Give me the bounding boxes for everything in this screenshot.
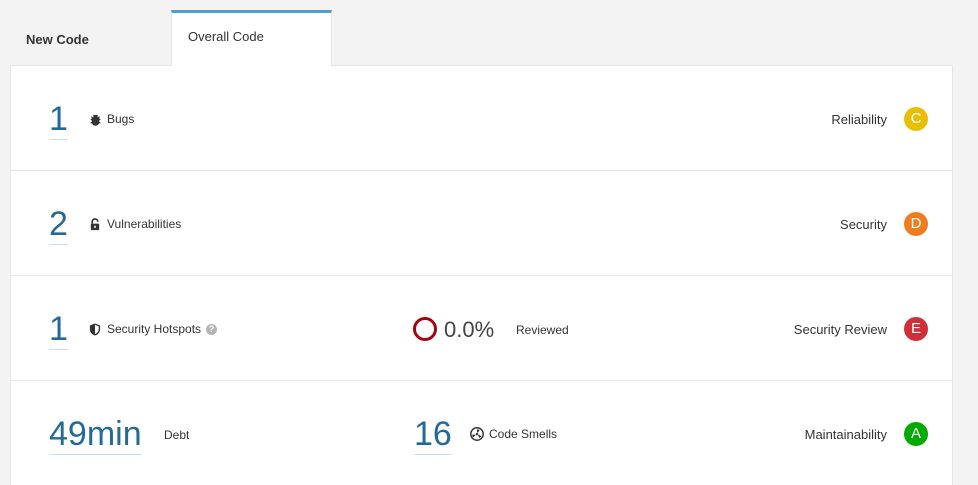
reviewed-percentage[interactable]: 0.0% — [444, 317, 494, 343]
code-smell-icon — [470, 427, 484, 441]
debt-metric: Debt — [164, 428, 189, 442]
vulnerabilities-label: Vulnerabilities — [107, 217, 182, 231]
hotspots-label: Security Hotspots — [107, 322, 202, 336]
code-smells-metric: Code Smells — [470, 427, 557, 441]
reliability-label: Reliability — [831, 112, 887, 127]
maintainability-rating-badge[interactable]: A — [904, 422, 928, 446]
debt-value[interactable]: 49min — [49, 416, 142, 455]
tab-overall-code[interactable]: Overall Code — [171, 10, 332, 66]
measures-panel: 1 Bugs Reliability C 2 Vulnerabilities S… — [10, 65, 953, 485]
vulnerabilities-count[interactable]: 2 — [49, 206, 68, 245]
reliability-row: 1 Bugs Reliability C — [11, 66, 952, 171]
security-review-rating-badge[interactable]: E — [904, 317, 928, 341]
security-row: 2 Vulnerabilities Security D — [11, 171, 952, 276]
lock-icon — [88, 217, 102, 231]
help-icon[interactable]: ? — [206, 323, 218, 335]
hotspots-count[interactable]: 1 — [49, 311, 68, 350]
maintainability-row: 49min Debt 16 Code Smells Maintainabilit… — [11, 381, 952, 485]
bug-icon — [88, 112, 102, 126]
hotspots-metric: Security Hotspots ? — [88, 322, 218, 336]
tab-bar: New Code Overall Code — [10, 10, 332, 66]
vulnerabilities-metric: Vulnerabilities — [88, 217, 181, 231]
reviewed-donut-icon — [413, 317, 437, 341]
tab-new-code[interactable]: New Code — [10, 10, 171, 66]
bugs-metric: Bugs — [88, 112, 134, 126]
security-review-label: Security Review — [793, 322, 887, 337]
security-hotspots-row: 1 Security Hotspots ? 0.0% Reviewed Secu… — [11, 276, 952, 381]
maintainability-label: Maintainability — [804, 427, 887, 442]
reviewed-label: Reviewed — [516, 323, 569, 337]
debt-label: Debt — [164, 428, 190, 442]
reliability-rating-badge[interactable]: C — [904, 107, 928, 131]
bugs-label: Bugs — [107, 112, 135, 126]
shield-icon — [88, 322, 102, 336]
bugs-count[interactable]: 1 — [49, 101, 68, 140]
code-smells-count[interactable]: 16 — [414, 416, 452, 455]
security-rating-badge[interactable]: D — [904, 212, 928, 236]
code-smells-label: Code Smells — [489, 427, 558, 441]
security-label: Security — [840, 217, 887, 232]
